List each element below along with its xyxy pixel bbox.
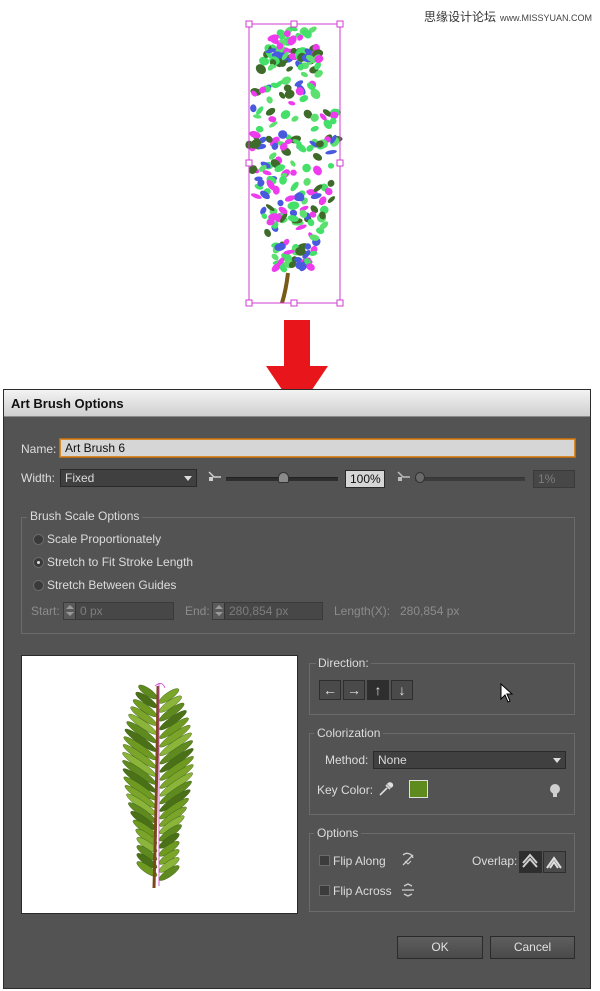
overlap-adjust-icon bbox=[522, 853, 538, 868]
artwork-leaves bbox=[245, 26, 343, 273]
width-slider-thumb[interactable] bbox=[278, 472, 289, 483]
watermark-text: 思缘设计论坛 bbox=[424, 10, 497, 24]
length-value: 280,854 px bbox=[400, 604, 460, 618]
variation-slider-thumb[interactable] bbox=[415, 472, 425, 483]
stretch-between-guides-label: Stretch Between Guides bbox=[47, 578, 177, 592]
artwork-leaf bbox=[312, 153, 323, 161]
name-field[interactable]: Art Brush 6 bbox=[60, 439, 575, 457]
method-select[interactable]: None bbox=[373, 751, 566, 769]
stretch-between-guides-radio[interactable] bbox=[33, 580, 44, 591]
direction-up-button[interactable]: ↑ bbox=[367, 680, 389, 700]
end-field[interactable]: 280,854 px bbox=[212, 602, 323, 620]
artwork-leaf bbox=[310, 125, 319, 132]
stretch-to-fit-label: Stretch to Fit Stroke Length bbox=[47, 555, 194, 569]
width-select-value: Fixed bbox=[65, 471, 95, 485]
key-color-swatch[interactable] bbox=[409, 780, 428, 798]
overlap-adjust-button[interactable] bbox=[519, 851, 542, 873]
length-label: Length(X): bbox=[334, 604, 391, 618]
preview-brush-artwork bbox=[122, 683, 194, 889]
artwork-leaf bbox=[290, 169, 297, 176]
artwork-leaf bbox=[327, 196, 336, 204]
variation-slider-track[interactable] bbox=[415, 477, 525, 481]
width-percent-field[interactable]: 100% bbox=[345, 470, 385, 488]
variation-percent-field[interactable]: 1% bbox=[533, 470, 575, 488]
flip-along-checkbox[interactable] bbox=[319, 855, 330, 866]
brush-scale-options-title: Brush Scale Options bbox=[27, 509, 143, 523]
artwork-leaf bbox=[280, 110, 291, 120]
brush-artwork bbox=[245, 20, 344, 307]
colorization-title: Colorization bbox=[314, 726, 384, 740]
flip-along-label: Flip Along bbox=[333, 854, 386, 868]
overlap-label: Overlap: bbox=[472, 854, 518, 868]
flip-across-checkbox[interactable] bbox=[319, 885, 330, 896]
artwork-leaf bbox=[291, 115, 299, 122]
artwork-leaf bbox=[286, 66, 293, 72]
tips-icon[interactable] bbox=[549, 783, 561, 799]
name-label: Name: bbox=[21, 442, 57, 456]
chevron-down-icon bbox=[553, 758, 561, 763]
artwork-leaf bbox=[302, 163, 311, 173]
ok-button[interactable]: OK bbox=[397, 936, 483, 959]
chevron-down-icon bbox=[184, 476, 192, 481]
width-select[interactable]: Fixed bbox=[60, 469, 197, 487]
artwork-leaf bbox=[266, 96, 273, 104]
key-color-label: Key Color: bbox=[317, 783, 374, 797]
start-value: 0 px bbox=[80, 604, 103, 618]
artwork-leaf bbox=[252, 114, 262, 119]
artwork-leaf bbox=[325, 149, 337, 155]
artwork-leaf bbox=[300, 71, 308, 78]
artwork-stem bbox=[280, 272, 290, 304]
direction-down-button[interactable]: ↓ bbox=[391, 680, 413, 700]
width-label: Width: bbox=[21, 471, 56, 485]
overlap-none-icon bbox=[546, 856, 562, 869]
watermark-site: www.MISSYUAN.COM bbox=[500, 13, 593, 23]
art-brush-options-dialog: Art Brush Options Name: Art Brush 6 Widt… bbox=[3, 389, 591, 989]
start-spinner[interactable] bbox=[64, 603, 76, 619]
watermark: 思缘设计论坛 www.MISSYUAN.COM bbox=[424, 8, 592, 25]
direction-title: Direction: bbox=[316, 656, 371, 670]
artwork-leaf bbox=[313, 165, 322, 176]
direction-left-button[interactable]: ← bbox=[319, 680, 341, 700]
artwork-leaf bbox=[290, 181, 299, 192]
options-title: Options bbox=[314, 826, 362, 840]
end-spinner[interactable] bbox=[213, 603, 225, 619]
scale-proportionately-radio[interactable] bbox=[33, 534, 44, 545]
brush-min-icon bbox=[208, 471, 221, 481]
artwork-leaf bbox=[264, 228, 272, 237]
artwork-leaf bbox=[303, 177, 311, 186]
stretch-to-fit-radio[interactable] bbox=[33, 557, 44, 568]
start-label: Start: bbox=[31, 604, 60, 618]
end-label: End: bbox=[185, 604, 210, 618]
artwork-leaf bbox=[287, 201, 300, 210]
artwork-leaf bbox=[288, 101, 296, 106]
eyedropper-icon[interactable] bbox=[378, 781, 394, 797]
direction-right-button[interactable]: → bbox=[343, 680, 365, 700]
brush-preview bbox=[21, 655, 298, 914]
mouse-cursor-icon bbox=[500, 683, 514, 703]
flip-across-icon bbox=[402, 883, 414, 897]
artwork-leaf bbox=[290, 160, 296, 167]
method-select-value: None bbox=[378, 753, 407, 767]
start-field[interactable]: 0 px bbox=[63, 602, 174, 620]
variation-icon bbox=[397, 471, 410, 481]
artwork-leaf bbox=[327, 162, 335, 169]
end-value: 280,854 px bbox=[229, 604, 289, 618]
cancel-button[interactable]: Cancel bbox=[490, 936, 575, 959]
flip-along-icon bbox=[402, 852, 414, 866]
artwork-leaf bbox=[277, 199, 284, 207]
dialog-title[interactable]: Art Brush Options bbox=[4, 390, 590, 417]
method-label: Method: bbox=[325, 753, 369, 767]
artwork-leaf bbox=[250, 104, 257, 113]
flip-across-label: Flip Across bbox=[333, 884, 392, 898]
overlap-none-button[interactable] bbox=[543, 851, 566, 873]
colorization-group bbox=[309, 733, 575, 815]
scale-proportionately-label: Scale Proportionately bbox=[47, 532, 162, 546]
artwork-leaf bbox=[265, 107, 276, 116]
